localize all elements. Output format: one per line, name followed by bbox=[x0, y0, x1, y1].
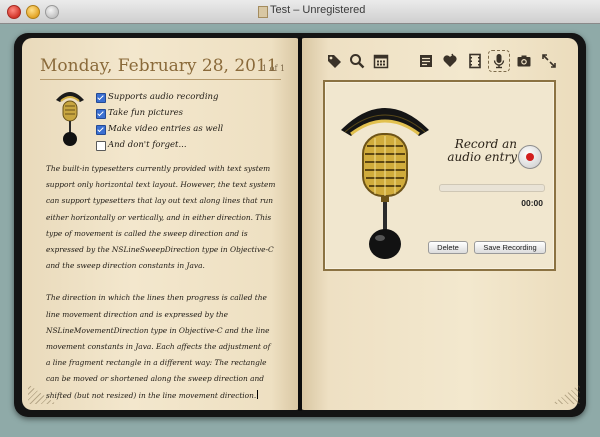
calendar-icon[interactable] bbox=[372, 52, 390, 70]
microphone-thumbnail-icon[interactable] bbox=[53, 86, 87, 148]
search-icon[interactable] bbox=[348, 52, 366, 70]
checkbox-checked[interactable] bbox=[96, 109, 106, 119]
film-icon[interactable] bbox=[466, 52, 484, 70]
minimize-window-button[interactable] bbox=[26, 5, 40, 19]
checkbox-checked[interactable] bbox=[96, 125, 106, 135]
entry-paragraph: The direction in which the lines then pr… bbox=[46, 290, 276, 403]
save-recording-button[interactable]: Save Recording bbox=[474, 241, 546, 254]
close-window-button[interactable] bbox=[7, 5, 21, 19]
window-title: Test – Unregistered bbox=[270, 4, 366, 16]
recording-time: 00:00 bbox=[521, 198, 543, 208]
checklist-label: Make video entries as well bbox=[108, 124, 224, 134]
text-cursor bbox=[257, 389, 259, 399]
checklist-label: Take fun pictures bbox=[108, 108, 184, 118]
entry-paragraph: The built-in typesetters currently provi… bbox=[46, 164, 276, 271]
delete-button[interactable]: Delete bbox=[428, 241, 468, 254]
checkbox-checked[interactable] bbox=[96, 93, 106, 103]
record-button[interactable] bbox=[518, 145, 542, 169]
book-spine bbox=[298, 37, 302, 411]
microphone-icon[interactable] bbox=[488, 50, 510, 72]
tag-icon[interactable] bbox=[325, 52, 343, 70]
zoom-window-button[interactable] bbox=[45, 5, 59, 19]
entry-body-text[interactable]: The built-in typesetters currently provi… bbox=[46, 161, 276, 420]
entry-paragraph-text: The direction in which the lines then pr… bbox=[46, 293, 271, 400]
title-rule bbox=[40, 79, 281, 80]
record-title: Record an audio entry bbox=[447, 137, 517, 164]
audio-recorder-panel: Record an audio entry 00:00 Delete Save … bbox=[323, 80, 556, 271]
notes-icon[interactable] bbox=[417, 52, 435, 70]
fullscreen-icon[interactable] bbox=[540, 52, 558, 70]
media-toolbar bbox=[322, 50, 558, 74]
heart-icon[interactable] bbox=[441, 52, 459, 70]
checklist-label: And don't forget... bbox=[108, 140, 187, 150]
checkbox-unchecked[interactable] bbox=[96, 141, 106, 151]
vintage-microphone-icon bbox=[341, 108, 429, 259]
page-count: 1 of 1 bbox=[262, 64, 286, 73]
title-bar[interactable]: Test – Unregistered bbox=[0, 0, 600, 24]
camera-icon[interactable] bbox=[515, 52, 533, 70]
document-icon bbox=[258, 6, 268, 18]
recording-progress-bar[interactable] bbox=[439, 184, 545, 192]
app-window: Test – Unregistered Monday, February 28,… bbox=[0, 0, 600, 437]
checklist-label: Supports audio recording bbox=[108, 92, 219, 102]
entry-date-title: Monday, February 28, 2011 bbox=[40, 56, 278, 76]
